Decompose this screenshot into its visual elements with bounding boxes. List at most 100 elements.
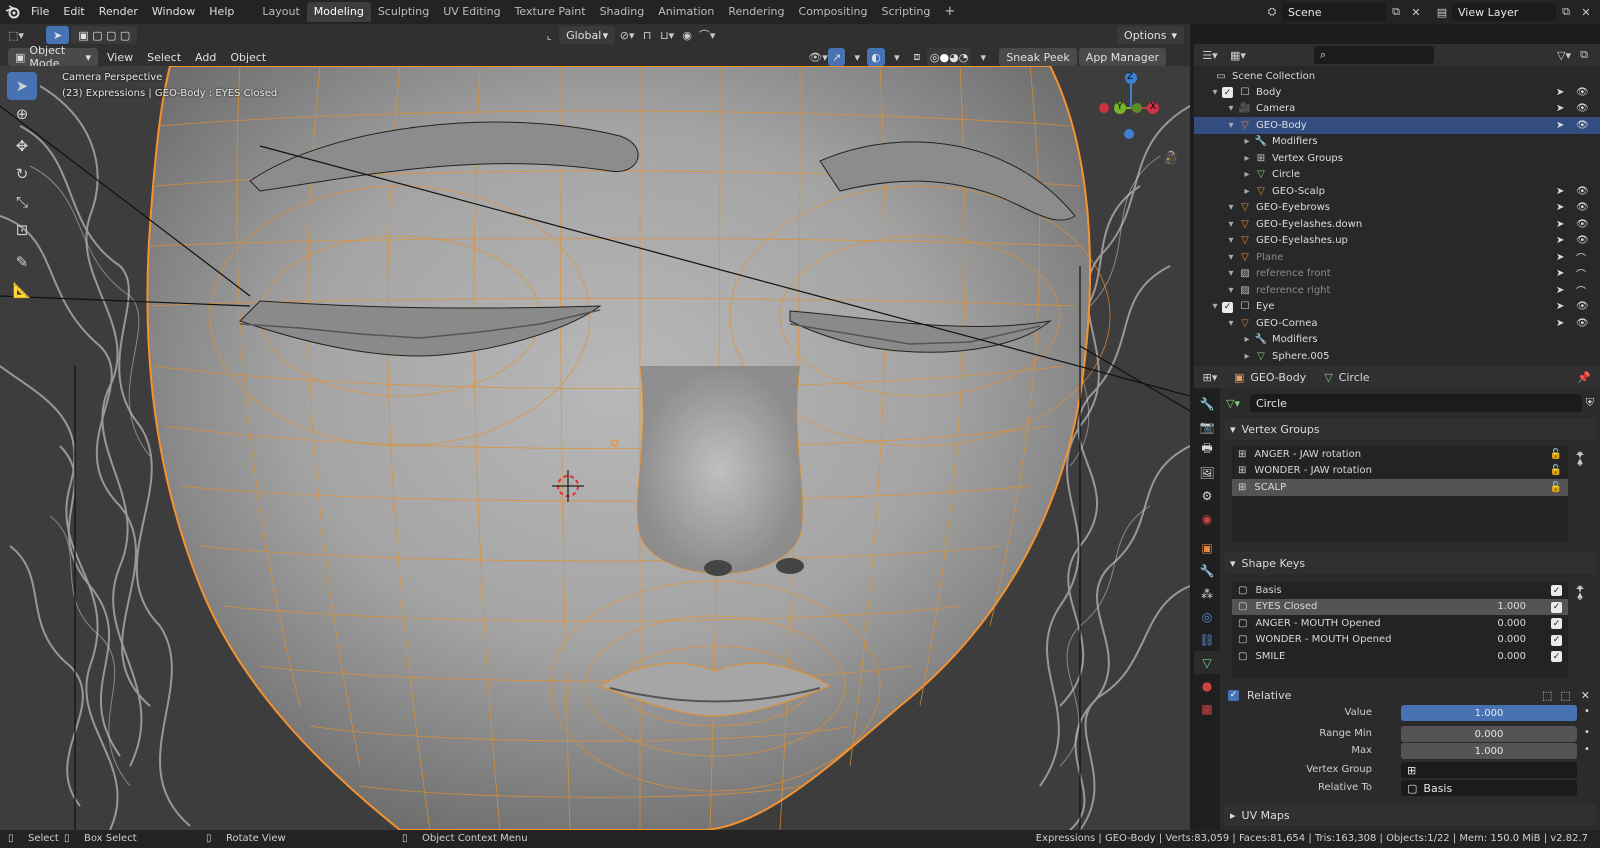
viewport-menu-select[interactable]: Select (140, 51, 188, 64)
shape-key-item[interactable]: ▢ ANGER - MOUTH Opened 0.000 ✓ (1232, 615, 1568, 632)
vertex-groups-list[interactable]: ⊞ ANGER - JAW rotation 🔓 ⊞ WONDER - JAW rota… (1232, 446, 1568, 542)
physics-tab-icon[interactable]: ◎ (1194, 605, 1220, 628)
properties-editor-icon[interactable]: ⊞▾ (1200, 368, 1220, 386)
eye-icon[interactable]: 👁 (1576, 120, 1589, 131)
menu-window[interactable]: Window (145, 0, 202, 24)
world-tab-icon[interactable]: ◉ (1194, 507, 1220, 530)
object-tab-icon[interactable]: ▣ (1194, 536, 1220, 559)
tab-texture-paint[interactable]: Texture Paint (508, 2, 593, 22)
outliner-row[interactable]: ▸ ▽ GEO-Scalp ➤ 👁 (1194, 183, 1600, 200)
select-arrow-icon[interactable]: ➤ (1556, 120, 1564, 131)
render-tab-icon[interactable]: 📷 (1194, 415, 1220, 438)
select-box-tool-icon[interactable]: ➤ (7, 72, 37, 100)
outliner-row[interactable]: ▾ ▽ GEO-Body ➤ 👁 (1194, 117, 1600, 134)
eye-icon[interactable]: ⌒ (1576, 250, 1586, 265)
value-slider[interactable]: 1.000 (1401, 705, 1577, 721)
outliner-row[interactable]: ▸ ▽ Sphere.005 (1194, 348, 1600, 365)
menu-render[interactable]: Render (92, 0, 145, 24)
new-scene-icon[interactable]: ⧉ (1386, 3, 1406, 21)
menu-edit[interactable]: Edit (56, 0, 91, 24)
constraints-tab-icon[interactable]: ⛓ (1194, 628, 1220, 651)
tool-select-icon[interactable]: ➤ (46, 26, 70, 44)
editor-type-icon[interactable]: ⬚▾ (6, 26, 26, 44)
relative-checkbox[interactable]: ✓ (1228, 689, 1239, 701)
gizmo-dropdown-icon[interactable]: ▾ (847, 48, 867, 66)
select-arrow-icon[interactable]: ➤ (1556, 285, 1564, 296)
outliner-row[interactable]: ▾ ✓ ☐ Body ➤ 👁 (1194, 84, 1600, 101)
tab-rendering[interactable]: Rendering (721, 2, 791, 22)
outliner-row[interactable]: ▸ ⊞ Vertex Groups (1194, 150, 1600, 167)
view-layer-tab-icon[interactable]: 🖼 (1194, 461, 1220, 484)
shape-key-mute-checkbox[interactable]: ✓ (1551, 618, 1562, 629)
eye-icon[interactable]: 👁 (1576, 301, 1589, 312)
mode-dropdown[interactable]: ▣ Object Mode ▾ (8, 44, 98, 70)
outliner-search-input[interactable]: ⌕ (1314, 46, 1434, 64)
annotate-tool-icon[interactable]: ✎ (7, 248, 37, 276)
data-tab-icon[interactable]: ▽ (1194, 651, 1220, 674)
outliner-row[interactable]: ▾ ✓ ☐ Eye ➤ 👁 (1194, 299, 1600, 316)
select-mode-icons[interactable]: ▣ ▢ ▢ ▢ (71, 26, 138, 44)
tab-sculpting[interactable]: Sculpting (371, 2, 436, 22)
vertex-groups-panel-header[interactable]: ▾ Vertex Groups (1224, 418, 1596, 440)
relative-to-field[interactable]: ▢ Basis (1401, 780, 1577, 796)
outliner-row[interactable]: ▾ ▽ Plane ➤ ⌒ (1194, 249, 1600, 266)
outliner-row[interactable]: ▾ 🎥 Camera ➤ 👁 (1194, 101, 1600, 118)
shape-key-value[interactable]: 0.000 (1497, 651, 1526, 662)
shape-key-value[interactable]: 1.000 (1497, 601, 1526, 612)
expand-arrow-icon[interactable]: ▾ (1224, 251, 1238, 263)
menu-file[interactable]: File (24, 0, 56, 24)
view-layer-icon[interactable]: ▤ (1432, 3, 1452, 21)
gizmo-toggle-icon[interactable]: ↗ (828, 48, 846, 66)
shape-key-mute-checkbox[interactable]: ✓ (1551, 634, 1562, 646)
shape-key-item[interactable]: ▢ Basis ✓ (1232, 582, 1568, 599)
shape-key-item[interactable]: ▢ WONDER - MOUTH Opened 0.000 ✓ (1232, 632, 1568, 649)
texture-tab-icon[interactable]: ▩ (1194, 697, 1220, 720)
visibility-icon[interactable]: 👁▾ (808, 48, 828, 66)
vertex-group-field[interactable]: ⊞ (1401, 762, 1577, 778)
camera-view-icon[interactable]: 🎥 (1163, 150, 1179, 166)
tab-scripting[interactable]: Scripting (874, 2, 937, 22)
tool-tab-icon[interactable]: 🔧 (1194, 392, 1220, 415)
add-workspace-button[interactable]: + (937, 3, 962, 23)
apply-shape-on-cage-icon[interactable]: ⬚ (1560, 689, 1570, 702)
delete-scene-icon[interactable]: ✕ (1406, 3, 1426, 21)
outliner-row[interactable]: ▸ 🔧 Modifiers (1194, 332, 1600, 349)
material-tab-icon[interactable]: ● (1194, 674, 1220, 697)
shading-dropdown-icon[interactable]: ▾ (973, 48, 993, 66)
snap-icon[interactable]: ⊓ (637, 26, 657, 44)
select-arrow-icon[interactable]: ➤ (1556, 186, 1564, 197)
expand-arrow-icon[interactable]: ▸ (1240, 152, 1254, 164)
delete-view-layer-icon[interactable]: ✕ (1576, 3, 1596, 21)
select-arrow-icon[interactable]: ➤ (1556, 219, 1564, 230)
select-arrow-icon[interactable]: ➤ (1556, 103, 1564, 114)
eye-icon[interactable]: 👁 (1576, 202, 1589, 213)
lock-icon[interactable]: 🔓 (1550, 465, 1562, 476)
expand-arrow-icon[interactable]: ▾ (1224, 103, 1238, 115)
expand-arrow-icon[interactable]: ▾ (1224, 268, 1238, 280)
transform-tool-icon[interactable]: ⊡ (7, 216, 37, 244)
select-arrow-icon[interactable]: ➤ (1556, 235, 1564, 246)
outliner-row[interactable]: ▸ ▽ Circle (1194, 167, 1600, 184)
pivot-icon[interactable]: ⊘▾ (617, 26, 637, 44)
xray-icon[interactable]: ⧈ (907, 48, 927, 66)
new-view-layer-icon[interactable]: ⧉ (1556, 3, 1576, 21)
range-min-keyframe-dot-icon[interactable]: • (1584, 727, 1590, 738)
tab-modeling[interactable]: Modeling (306, 2, 371, 22)
shape-key-item[interactable]: ▢ SMILE 0.000 ✓ (1232, 648, 1568, 665)
pin-icon[interactable]: 📌 (1574, 368, 1594, 386)
overlay-toggle-icon[interactable]: ◐ (867, 48, 885, 66)
outliner-row[interactable]: ▾ ▨ reference front ➤ ⌒ (1194, 266, 1600, 283)
outliner-editor-icon[interactable]: ☰▾ (1200, 46, 1220, 64)
select-arrow-icon[interactable]: ➤ (1556, 301, 1564, 312)
eye-icon[interactable]: ⌒ (1576, 283, 1586, 298)
tab-shading[interactable]: Shading (593, 2, 652, 22)
expand-arrow-icon[interactable]: ▾ (1224, 235, 1238, 247)
expand-arrow-icon[interactable]: ▾ (1208, 301, 1222, 313)
outliner-row[interactable]: ▾ ▨ reference right ➤ ⌒ (1194, 282, 1600, 299)
lock-icon[interactable]: 🔓 (1550, 482, 1562, 493)
eye-icon[interactable]: 👁 (1576, 103, 1589, 114)
tab-layout[interactable]: Layout (255, 2, 306, 22)
max-keyframe-dot-icon[interactable]: • (1584, 744, 1590, 755)
move-shape-key-down-icon[interactable]: ▾ (1572, 580, 1588, 596)
scene-icon[interactable]: ⛭ (1262, 3, 1282, 21)
